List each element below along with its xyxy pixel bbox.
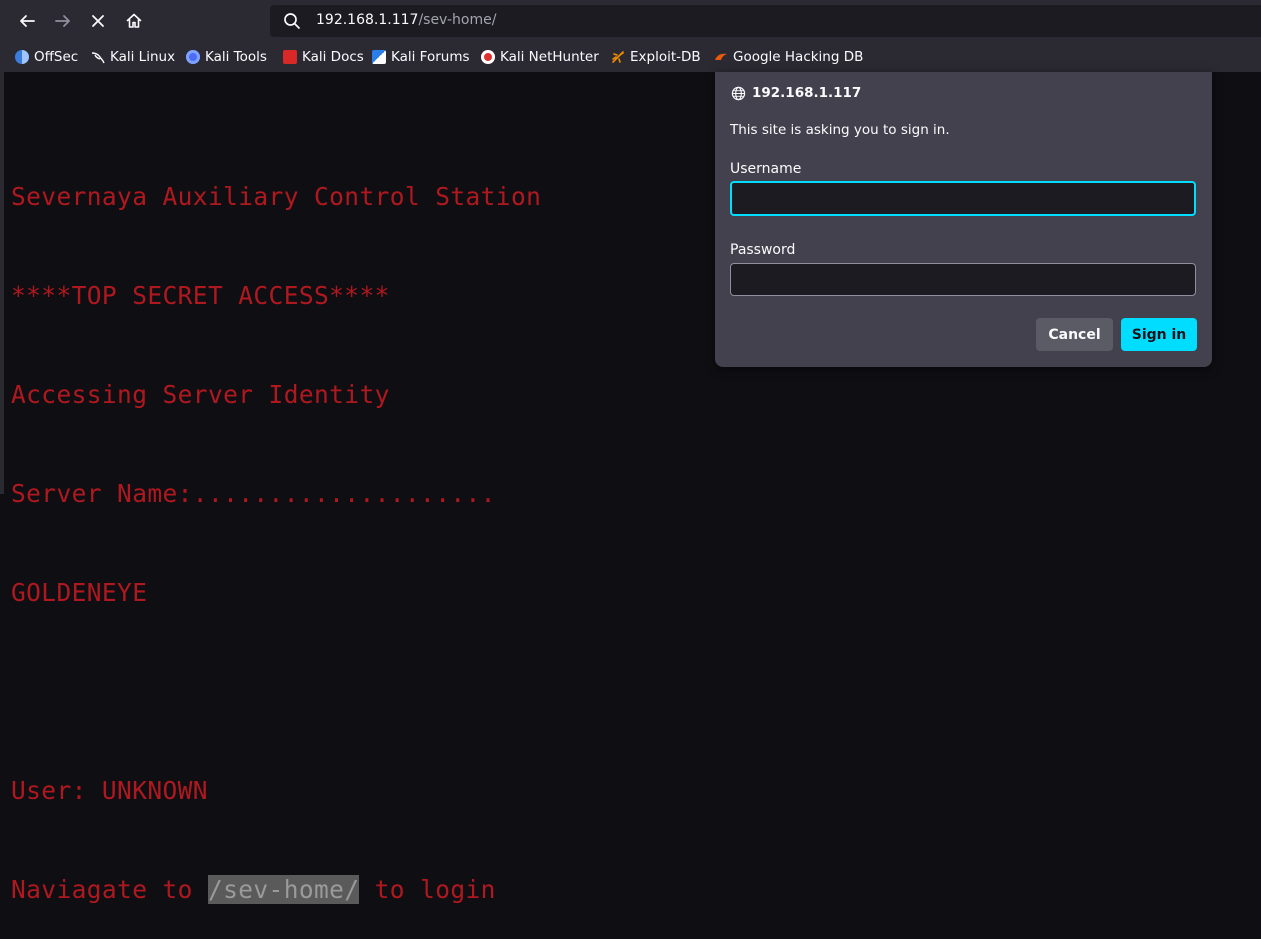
bookmark-label: Kali Forums [391,49,470,65]
dialog-origin: 192.168.1.117 [731,85,861,101]
ghdb-icon [715,53,727,60]
url-host: 192.168.1.117 [316,12,419,28]
url-path: /sev-home/ [418,12,497,28]
bookmark-label: Kali Linux [110,49,176,65]
kali-tools-icon [186,50,200,64]
kali-dragon-icon [91,52,105,64]
bookmark-google-hacking-db[interactable]: Google Hacking DB [714,48,863,66]
search-icon [284,13,300,29]
bookmark-kali-tools[interactable]: Kali Tools [186,48,267,66]
bookmark-label: OffSec [34,49,79,65]
kali-docs-icon [283,50,297,64]
cancel-button[interactable]: Cancel [1036,318,1113,351]
selected-path-text: /sev-home/ [207,875,360,904]
kali-forums-icon [372,50,386,64]
page-left-edge [0,72,4,494]
password-field[interactable] [730,263,1196,296]
bookmark-kali-nethunter[interactable]: Kali NetHunter [481,48,599,66]
terminal-line-8: Naviagate to /sev-home/ to login [11,873,541,906]
terminal-line-2: ****TOP SECRET ACCESS**** [11,281,390,310]
offsec-icon [15,50,29,64]
home-button[interactable] [120,7,148,35]
dialog-message: This site is asking you to sign in. [730,122,950,138]
terminal-line-3: Accessing Server Identity [11,380,390,409]
bookmark-kali-linux[interactable]: Kali Linux [91,48,175,66]
login-hint-prefix: Naviagate to [11,875,208,904]
sign-in-button[interactable]: Sign in [1121,318,1197,351]
bookmark-label: Kali Tools [205,49,267,65]
dialog-origin-text: 192.168.1.117 [752,85,862,101]
home-icon [126,13,142,28]
bookmark-kali-docs[interactable]: Kali Docs [283,48,364,66]
login-hint-suffix: to login [359,875,496,904]
bookmark-label: Kali Docs [302,49,364,65]
arrow-left-icon [20,15,35,27]
back-button[interactable] [13,7,41,35]
bookmark-offsec[interactable]: OffSec [15,48,78,66]
url-text[interactable]: 192.168.1.117/sev-home/ [316,12,496,28]
terminal-line-1: Severnaya Auxiliary Control Station [11,182,542,211]
bookmark-label: Exploit-DB [630,49,701,65]
arrow-right-icon [55,15,70,27]
terminal-line-6 [11,675,541,708]
stop-button[interactable] [84,7,112,35]
url-bar[interactable]: 192.168.1.117/sev-home/ [270,5,1261,37]
username-label: Username [730,161,802,177]
terminal-text: Severnaya Auxiliary Control Station ****… [11,114,541,939]
nethunter-icon [481,50,495,64]
bookmark-label: Google Hacking DB [733,49,864,65]
exploit-db-icon [612,51,624,63]
bookmark-label: Kali NetHunter [500,49,599,65]
globe-icon [731,86,746,100]
browser-toolbar: 192.168.1.117/sev-home/ [0,0,1261,42]
password-label: Password [730,242,796,258]
terminal-line-7: User: UNKNOWN [11,776,208,805]
bookmark-kali-forums[interactable]: Kali Forums [372,48,470,66]
terminal-line-5: GOLDENEYE [11,578,148,607]
sign-in-dialog: 192.168.1.117 This site is asking you to… [715,72,1212,367]
forward-button[interactable] [49,7,77,35]
bookmark-exploit-db[interactable]: Exploit-DB [611,48,701,66]
bookmarks-bar: OffSec Kali Linux Kali Tools Kali Docs K… [0,42,1261,72]
username-field[interactable] [730,181,1196,216]
close-icon [92,15,104,27]
